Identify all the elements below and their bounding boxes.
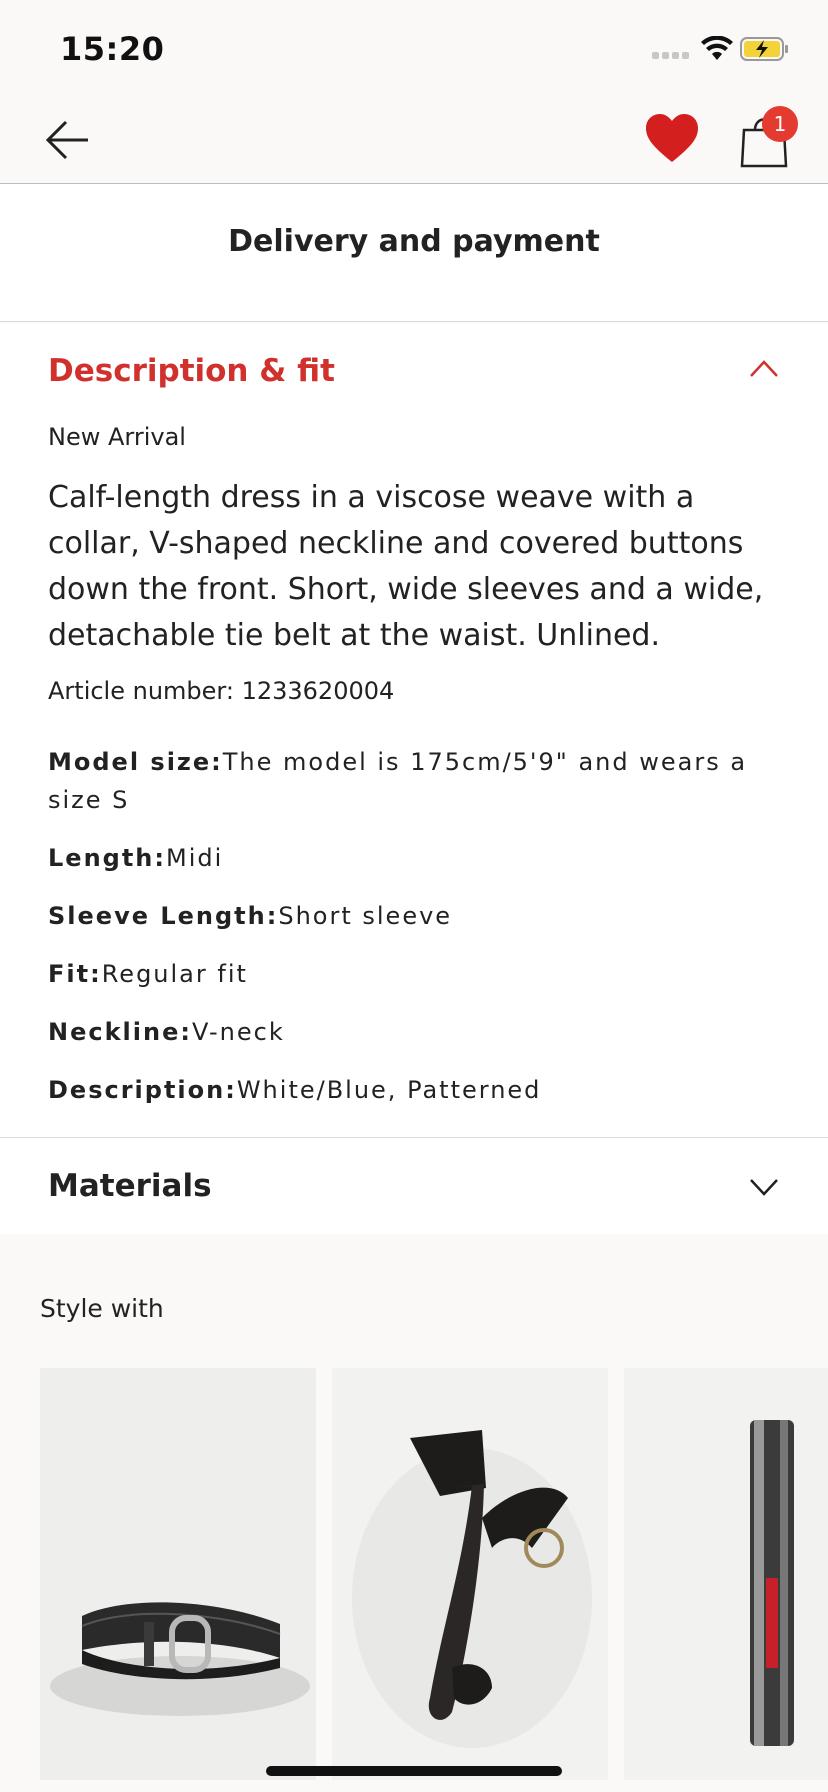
attribute-description: Description:White/Blue, Patterned [48, 1071, 768, 1109]
new-arrival-tag: New Arrival [48, 423, 186, 451]
article-number: Article number: 1233620004 [48, 677, 395, 705]
nav-bar: 1 [0, 96, 828, 184]
description-fit-title: Description & fit [48, 353, 335, 389]
chevron-up-icon [750, 360, 778, 377]
attribute-model-size: Model size:The model is 175cm/5'9" and w… [48, 743, 768, 819]
attribute-fit: Fit:Regular fit [48, 955, 768, 993]
attribute-label: Fit: [48, 960, 102, 988]
product-description: Calf-length dress in a viscose weave wit… [48, 480, 764, 653]
cellular-signal-icon [652, 52, 689, 59]
attribute-sleeve-length: Sleeve Length:Short sleeve [48, 897, 768, 935]
attribute-label: Sleeve Length: [48, 902, 279, 930]
style-with-title: Style with [40, 1294, 164, 1323]
attribute-value: White/Blue, Patterned [236, 1076, 542, 1104]
attribute-label: Length: [48, 844, 166, 872]
attribute-length: Length:Midi [48, 839, 768, 877]
product-attributes: Model size:The model is 175cm/5'9" and w… [48, 743, 768, 1129]
attribute-label: Neckline: [48, 1018, 192, 1046]
style-with-product-mascara[interactable] [624, 1368, 828, 1780]
mascara-image [750, 1420, 794, 1746]
materials-row[interactable]: Materials [0, 1138, 828, 1234]
wifi-icon [701, 36, 733, 60]
attribute-label: Description: [48, 1076, 237, 1104]
belt-image [50, 1602, 310, 1716]
home-indicator[interactable] [266, 1766, 562, 1776]
materials-title: Materials [48, 1168, 212, 1204]
battery-charging-icon [740, 37, 788, 61]
attribute-value: Midi [166, 844, 224, 872]
heart-icon[interactable] [642, 110, 702, 166]
sandal-image [352, 1430, 592, 1748]
style-with-product-belt[interactable] [40, 1368, 316, 1780]
attribute-value: Regular fit [101, 960, 248, 988]
cart-count-badge: 1 [762, 106, 798, 142]
chevron-down-icon [750, 1179, 778, 1196]
status-bar: 15:20 [0, 0, 828, 96]
delivery-payment-row[interactable]: Delivery and payment [0, 184, 828, 322]
description-fit-header[interactable]: Description & fit [0, 323, 828, 419]
status-time: 15:20 [60, 30, 165, 68]
style-with-product-sandal[interactable] [332, 1368, 608, 1780]
attribute-label: Model size: [48, 748, 223, 776]
attribute-value: Short sleeve [278, 902, 453, 930]
back-arrow-icon[interactable] [40, 114, 96, 166]
description-fit-section: Description & fit New Arrival Calf-lengt… [0, 323, 828, 1138]
attribute-neckline: Neckline:V-neck [48, 1013, 768, 1051]
delivery-payment-label: Delivery and payment [228, 224, 600, 259]
attribute-value: V-neck [191, 1018, 285, 1046]
